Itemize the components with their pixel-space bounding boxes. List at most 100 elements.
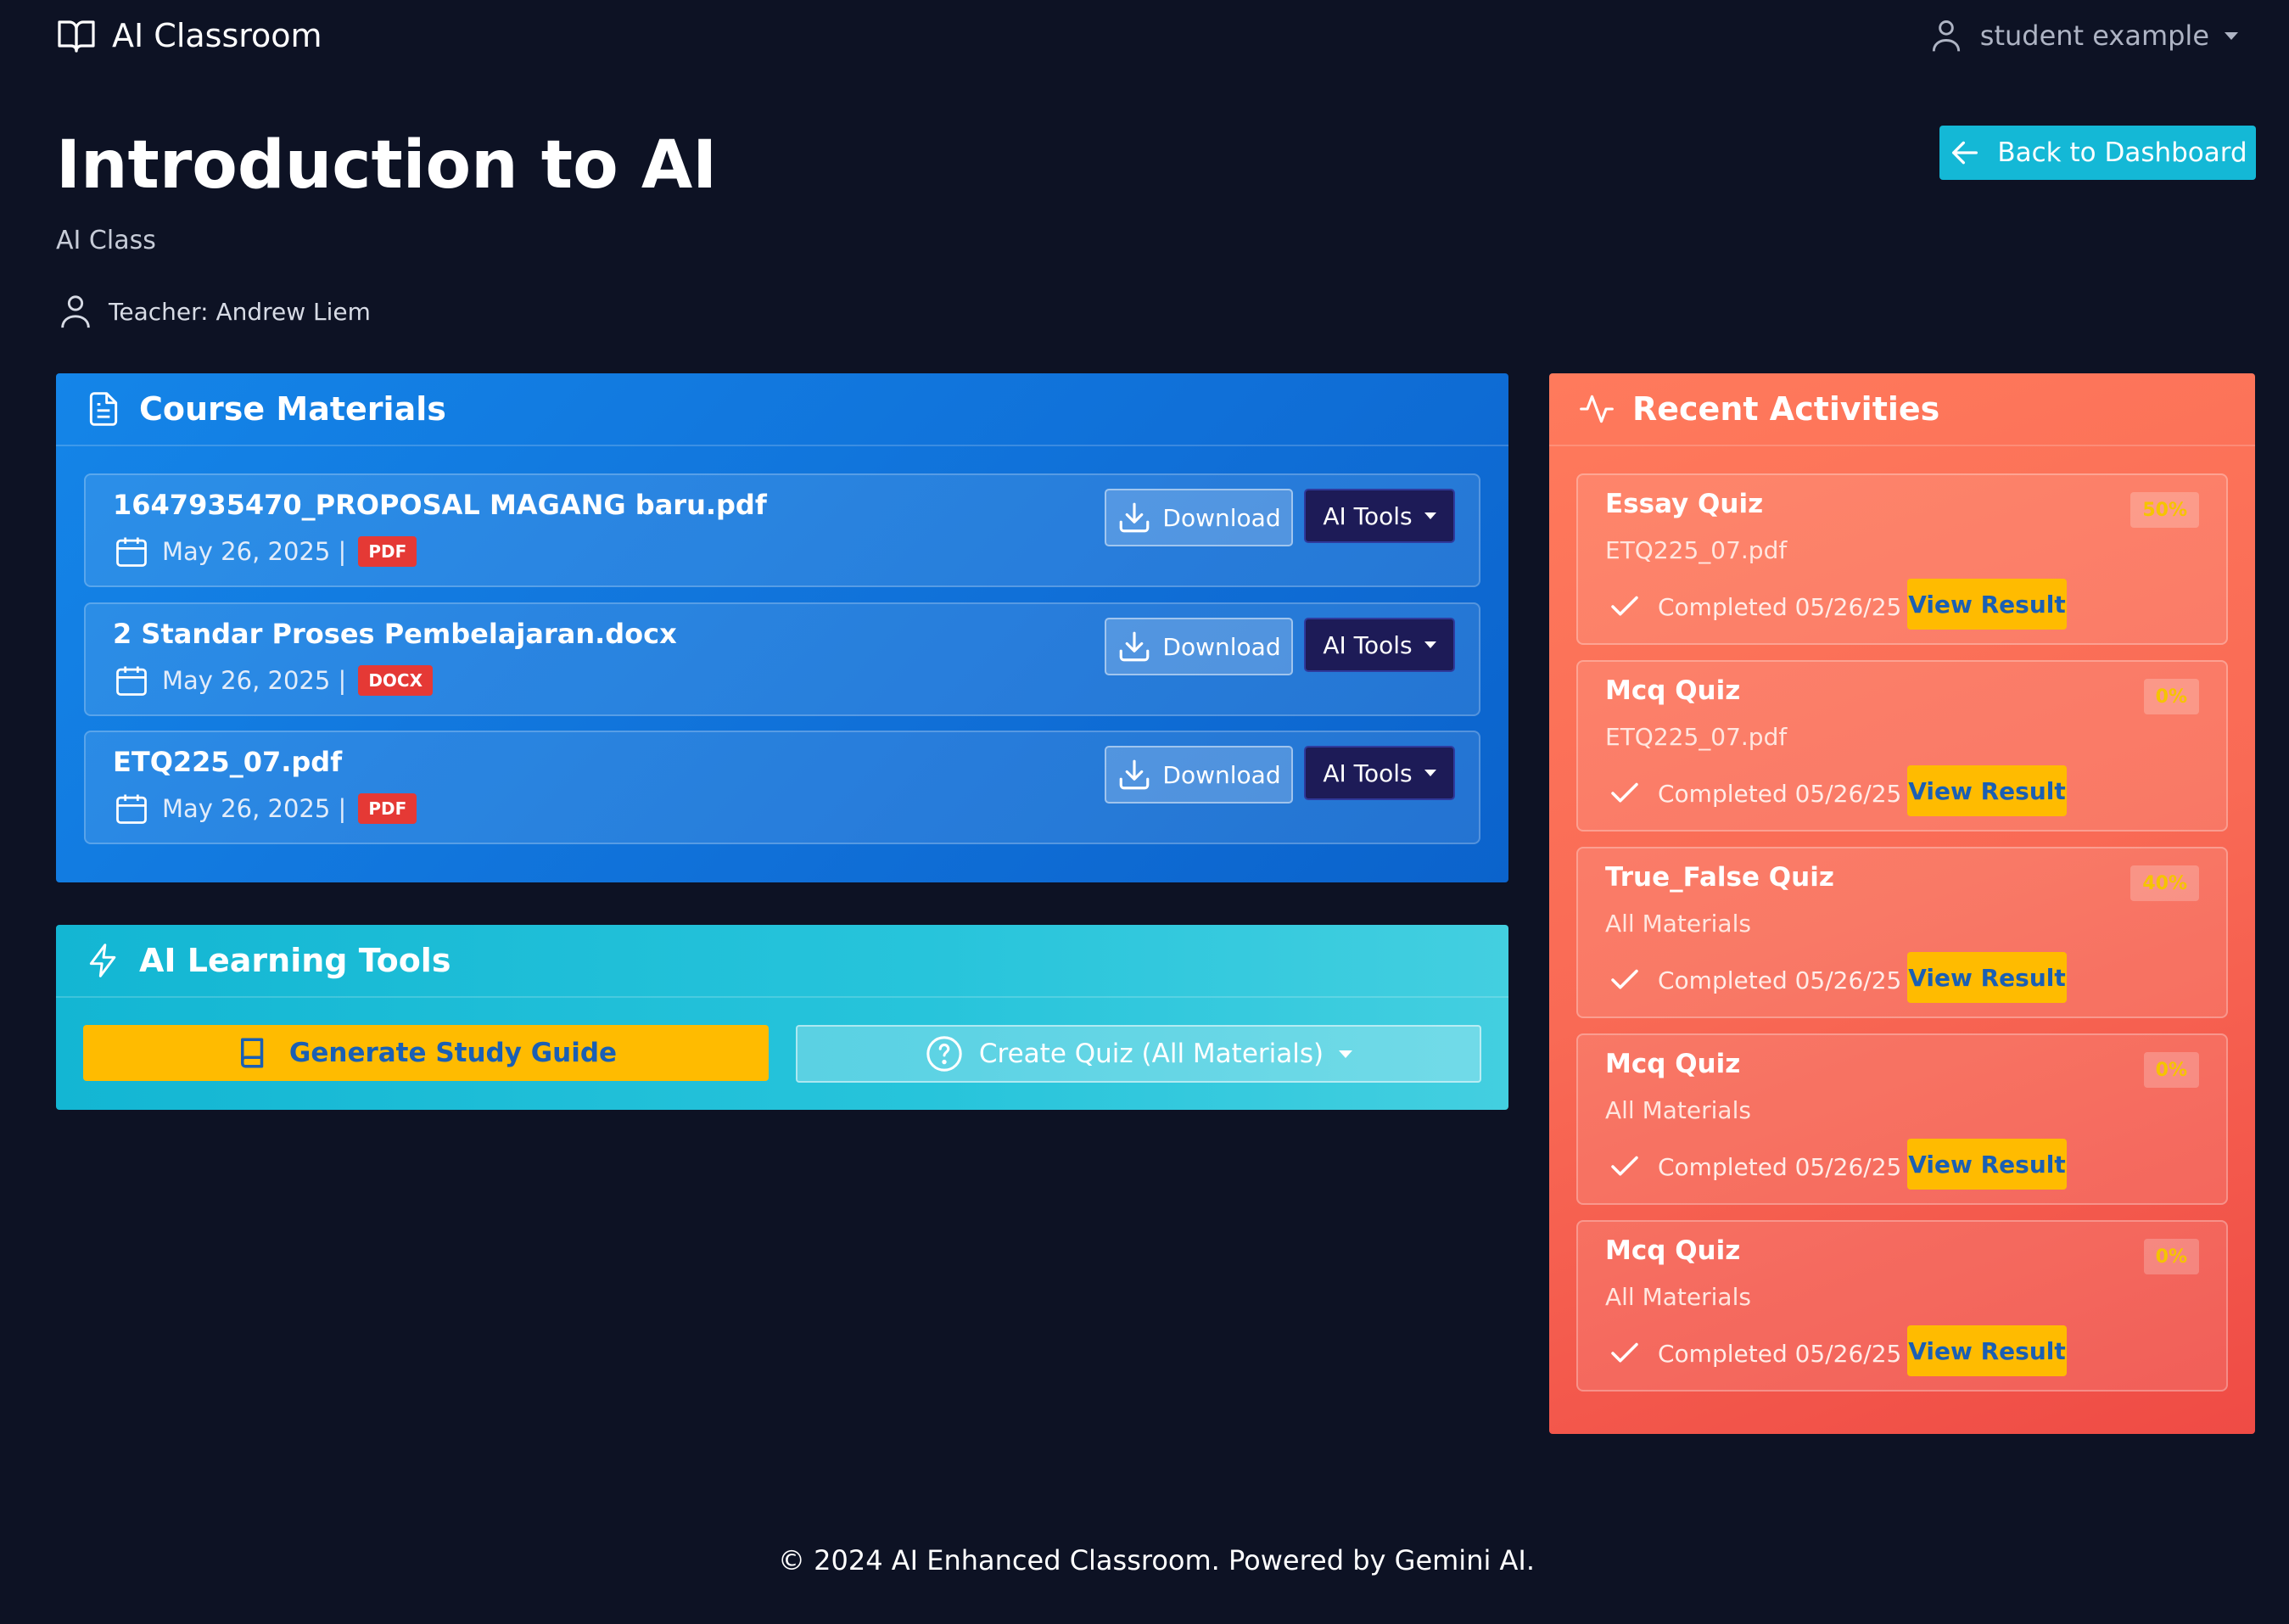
activity-title: Mcq Quiz (1605, 1235, 1741, 1266)
navbar: AI Classroom student example (0, 0, 2289, 71)
chevron-down-icon (1424, 641, 1436, 648)
ai-tools-label: AI Tools (1323, 759, 1413, 787)
user-icon (1928, 15, 1965, 56)
chevron-down-icon (1424, 512, 1436, 519)
material-item: 2 Standar Proses Pembelajaran.docx May 2… (84, 602, 1480, 716)
material-date: May 26, 2025 | (162, 537, 347, 566)
activity-item: Essay Quiz 50% ETQ225_07.pdf Completed 0… (1576, 473, 2228, 645)
brand-link[interactable]: AI Classroom (56, 15, 322, 56)
material-meta: May 26, 2025 | PDF (113, 790, 417, 827)
download-button[interactable]: Download (1105, 746, 1293, 804)
download-icon (1117, 629, 1152, 664)
score-badge: 40% (2130, 865, 2199, 901)
check-icon (1607, 1149, 1643, 1184)
activity-title: Mcq Quiz (1605, 675, 1741, 706)
activity-source: ETQ225_07.pdf (1605, 536, 1788, 564)
calendar-icon (113, 662, 150, 699)
activity-icon (1578, 390, 1615, 428)
view-result-button[interactable]: View Result (1907, 1139, 2067, 1190)
activity-status-text: Completed 05/26/25 (1658, 779, 1902, 808)
ai-tools-label: AI Tools (1323, 501, 1413, 530)
file-text-icon (85, 390, 122, 428)
download-icon (1117, 500, 1152, 535)
activity-status: Completed 05/26/25 (1607, 776, 1901, 811)
footer-text: © 2024 AI Enhanced Classroom. Powered by… (777, 1544, 1536, 1576)
chevron-down-icon (1339, 1050, 1353, 1058)
lightning-icon (85, 942, 122, 979)
ai-learning-tools-card: AI Learning Tools Generate Study Guide C… (56, 925, 1508, 1110)
check-icon (1607, 1336, 1643, 1371)
file-type-badge: DOCX (358, 665, 434, 696)
chevron-down-icon (1424, 770, 1436, 776)
calendar-icon (113, 533, 150, 570)
course-materials-title: Course Materials (139, 390, 446, 428)
activity-status: Completed 05/26/25 (1607, 1336, 1901, 1371)
back-to-dashboard-label: Back to Dashboard (1997, 137, 2247, 168)
ai-tools-dropdown[interactable]: AI Tools (1304, 489, 1455, 543)
teacher-info: Teacher: Andrew Liem (56, 292, 371, 331)
material-item: 1647935470_PROPOSAL MAGANG baru.pdf May … (84, 473, 1480, 587)
check-icon (1607, 776, 1643, 811)
course-materials-card: Course Materials 1647935470_PROPOSAL MAG… (56, 373, 1508, 882)
download-label: Download (1162, 503, 1281, 532)
activity-title: Essay Quiz (1605, 489, 1764, 519)
course-materials-header: Course Materials (56, 373, 1508, 446)
page-title: Introduction to AI (56, 127, 718, 204)
class-subtitle: AI Class (56, 226, 156, 255)
footer: © 2024 AI Enhanced Classroom. Powered by… (0, 1544, 2289, 1576)
calendar-icon (113, 790, 150, 827)
create-quiz-dropdown[interactable]: Create Quiz (All Materials) (796, 1025, 1481, 1083)
material-date: May 26, 2025 | (162, 794, 347, 823)
arrow-left-icon (1948, 136, 1982, 170)
activity-status: Completed 05/26/25 (1607, 589, 1901, 624)
user-icon (56, 292, 95, 331)
score-badge: 0% (2143, 1052, 2199, 1088)
generate-study-guide-button[interactable]: Generate Study Guide (83, 1025, 769, 1081)
activity-status-text: Completed 05/26/25 (1658, 966, 1902, 994)
download-button[interactable]: Download (1105, 489, 1293, 546)
ai-learning-tools-title: AI Learning Tools (139, 942, 451, 979)
activity-item: True_False Quiz 40% All Materials Comple… (1576, 847, 2228, 1018)
score-badge: 0% (2143, 679, 2199, 714)
view-result-button[interactable]: View Result (1907, 765, 2067, 816)
book-open-icon (56, 15, 97, 56)
page: AI Classroom student example Introductio… (0, 0, 2289, 1624)
check-icon (1607, 589, 1643, 624)
view-result-button[interactable]: View Result (1907, 1325, 2067, 1376)
ai-learning-tools-header: AI Learning Tools (56, 925, 1508, 998)
activity-status: Completed 05/26/25 (1607, 1149, 1901, 1184)
download-button[interactable]: Download (1105, 618, 1293, 675)
user-name: student example (1979, 20, 2209, 52)
file-type-badge: PDF (358, 536, 417, 567)
activity-source: ETQ225_07.pdf (1605, 723, 1788, 751)
activity-status-text: Completed 05/26/25 (1658, 1152, 1902, 1181)
material-meta: May 26, 2025 | PDF (113, 533, 417, 570)
activity-source: All Materials (1605, 910, 1751, 938)
activity-status-text: Completed 05/26/25 (1658, 592, 1902, 621)
activity-item: Mcq Quiz 0% ETQ225_07.pdf Completed 05/2… (1576, 660, 2228, 832)
ai-tools-dropdown[interactable]: AI Tools (1304, 746, 1455, 800)
check-icon (1607, 962, 1643, 998)
activity-title: True_False Quiz (1605, 862, 1834, 893)
view-result-button[interactable]: View Result (1907, 952, 2067, 1003)
activity-status-text: Completed 05/26/25 (1658, 1339, 1902, 1368)
teacher-name: Teacher: Andrew Liem (109, 297, 371, 326)
generate-study-guide-label: Generate Study Guide (288, 1038, 618, 1068)
view-result-button[interactable]: View Result (1907, 579, 2067, 630)
activity-source: All Materials (1605, 1283, 1751, 1311)
material-item: ETQ225_07.pdf May 26, 2025 | PDF Downloa… (84, 731, 1480, 844)
question-circle-icon (925, 1034, 964, 1073)
material-name: 1647935470_PROPOSAL MAGANG baru.pdf (113, 489, 767, 521)
back-to-dashboard-button[interactable]: Back to Dashboard (1939, 126, 2256, 180)
ai-tools-label: AI Tools (1323, 630, 1413, 659)
ai-tools-dropdown[interactable]: AI Tools (1304, 618, 1455, 672)
recent-activities-header: Recent Activities (1549, 373, 2255, 446)
brand-name: AI Classroom (112, 17, 322, 54)
chevron-down-icon (2225, 31, 2238, 40)
user-menu-dropdown[interactable]: student example (1928, 15, 2238, 56)
material-name: 2 Standar Proses Pembelajaran.docx (113, 618, 677, 650)
activity-item: Mcq Quiz 0% All Materials Completed 05/2… (1576, 1220, 2228, 1392)
material-name: ETQ225_07.pdf (113, 746, 343, 778)
activity-item: Mcq Quiz 0% All Materials Completed 05/2… (1576, 1033, 2228, 1205)
activity-title: Mcq Quiz (1605, 1049, 1741, 1079)
